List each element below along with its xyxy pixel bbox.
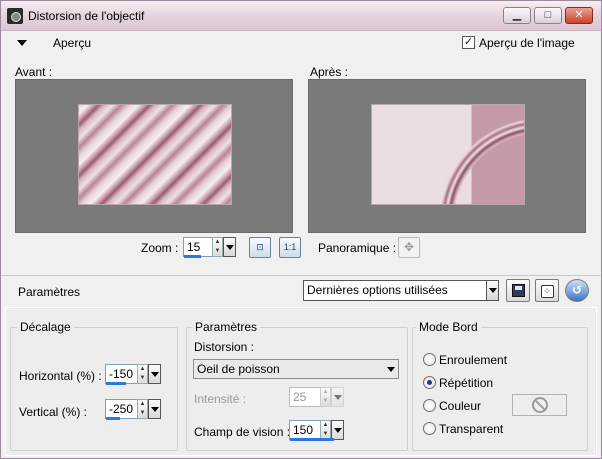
horizontal-slider-bar[interactable] — [106, 382, 126, 385]
preview-toggle-label[interactable]: Aperçu — [53, 36, 91, 50]
triangle-down-icon[interactable] — [17, 40, 27, 46]
fov-spinner[interactable]: ▲ ▼ — [320, 420, 331, 440]
dialog-window: Distorsion de l'objectif ▁ □ ✕ Aperçu Ap… — [0, 0, 602, 459]
divider — [1, 275, 601, 276]
horizontal-label: Horizontal (%) : — [19, 369, 102, 383]
vertical-spinner[interactable]: ▲ ▼ — [137, 399, 148, 419]
params-group-title: Paramètres — [192, 320, 261, 334]
radio-enroulement[interactable] — [423, 353, 436, 366]
intensity-label: Intensité : — [194, 392, 247, 406]
save-preset-button[interactable] — [506, 279, 530, 302]
fov-slider-bar[interactable] — [290, 438, 334, 441]
image-preview-label[interactable]: Aperçu de l'image — [479, 36, 575, 50]
dice-icon: ⁘ — [540, 285, 554, 298]
app-icon — [7, 8, 23, 24]
zoom-label: Zoom : — [141, 241, 179, 255]
preview-toolbar: Aperçu Aperçu de l'image — [1, 31, 601, 55]
no-color-icon — [531, 397, 548, 413]
distortion-select[interactable]: Oeil de poisson — [193, 359, 399, 379]
radio-repetition-label[interactable]: Répétition — [439, 376, 493, 390]
title-bar: Distorsion de l'objectif ▁ □ ✕ — [1, 1, 601, 31]
after-preview[interactable] — [308, 79, 586, 233]
zoom-dropdown-arrow[interactable] — [223, 237, 236, 257]
vertical-slider-bar[interactable] — [106, 417, 120, 420]
reset-button[interactable]: ↺ — [565, 279, 589, 302]
before-preview[interactable] — [15, 79, 293, 233]
offset-group-title: Décalage — [17, 320, 74, 334]
radio-transparent-label[interactable]: Transparent — [439, 422, 503, 436]
radio-transparent[interactable] — [423, 422, 436, 435]
fov-dropdown-arrow[interactable] — [331, 420, 344, 440]
presets-label: Paramètres — [18, 285, 81, 299]
pan-icon[interactable]: ✥ — [398, 237, 420, 258]
before-image — [78, 104, 232, 205]
distortion-dropdown-arrow[interactable] — [385, 360, 398, 378]
zoom-input[interactable]: 15 — [183, 237, 213, 257]
edge-mode-title: Mode Bord — [416, 320, 481, 334]
color-swatch-button[interactable] — [512, 394, 567, 416]
reset-icon: ↺ — [571, 283, 583, 297]
vertical-label: Vertical (%) : — [19, 405, 88, 419]
vertical-input[interactable]: -250 — [105, 399, 138, 419]
after-image — [371, 104, 525, 205]
zoom-actual-size-button[interactable]: 1:1 — [279, 237, 301, 258]
panoramic-label: Panoramique : — [318, 241, 397, 255]
horizontal-dropdown-arrow[interactable] — [148, 364, 161, 384]
radio-repetition[interactable] — [423, 376, 436, 389]
save-icon — [511, 284, 525, 297]
vertical-dropdown-arrow[interactable] — [148, 399, 161, 419]
zoom-fit-button[interactable]: ⊡ — [249, 237, 271, 258]
horizontal-spinner[interactable]: ▲ ▼ — [137, 364, 148, 384]
preset-dropdown-arrow[interactable] — [486, 280, 499, 301]
intensity-spinner: ▲ ▼ — [320, 387, 331, 407]
zoom-slider-bar[interactable] — [184, 255, 201, 258]
window-title: Distorsion de l'objectif — [28, 9, 145, 23]
after-label: Après : — [310, 65, 349, 79]
distortion-label: Distorsion : — [194, 340, 255, 354]
maximize-button[interactable]: □ — [534, 7, 562, 24]
minimize-button[interactable]: ▁ — [503, 7, 531, 24]
horizontal-input[interactable]: -150 — [105, 364, 138, 384]
fov-label: Champ de vision : — [194, 425, 291, 439]
intensity-input: 25 — [289, 387, 321, 407]
fov-input[interactable]: 150 — [289, 420, 321, 440]
randomize-button[interactable]: ⁘ — [535, 279, 559, 302]
image-preview-checkbox[interactable] — [462, 36, 475, 49]
offset-group — [10, 327, 178, 451]
before-label: Avant : — [15, 65, 53, 79]
radio-couleur-label[interactable]: Couleur — [439, 399, 481, 413]
zoom-spinner[interactable]: ▲ ▼ — [212, 237, 223, 257]
preset-select[interactable]: Dernières options utilisées — [303, 280, 499, 301]
radio-enroulement-label[interactable]: Enroulement — [439, 353, 507, 367]
radio-couleur[interactable] — [423, 399, 436, 412]
close-button[interactable]: ✕ — [565, 7, 593, 24]
intensity-dropdown-arrow — [331, 387, 344, 407]
